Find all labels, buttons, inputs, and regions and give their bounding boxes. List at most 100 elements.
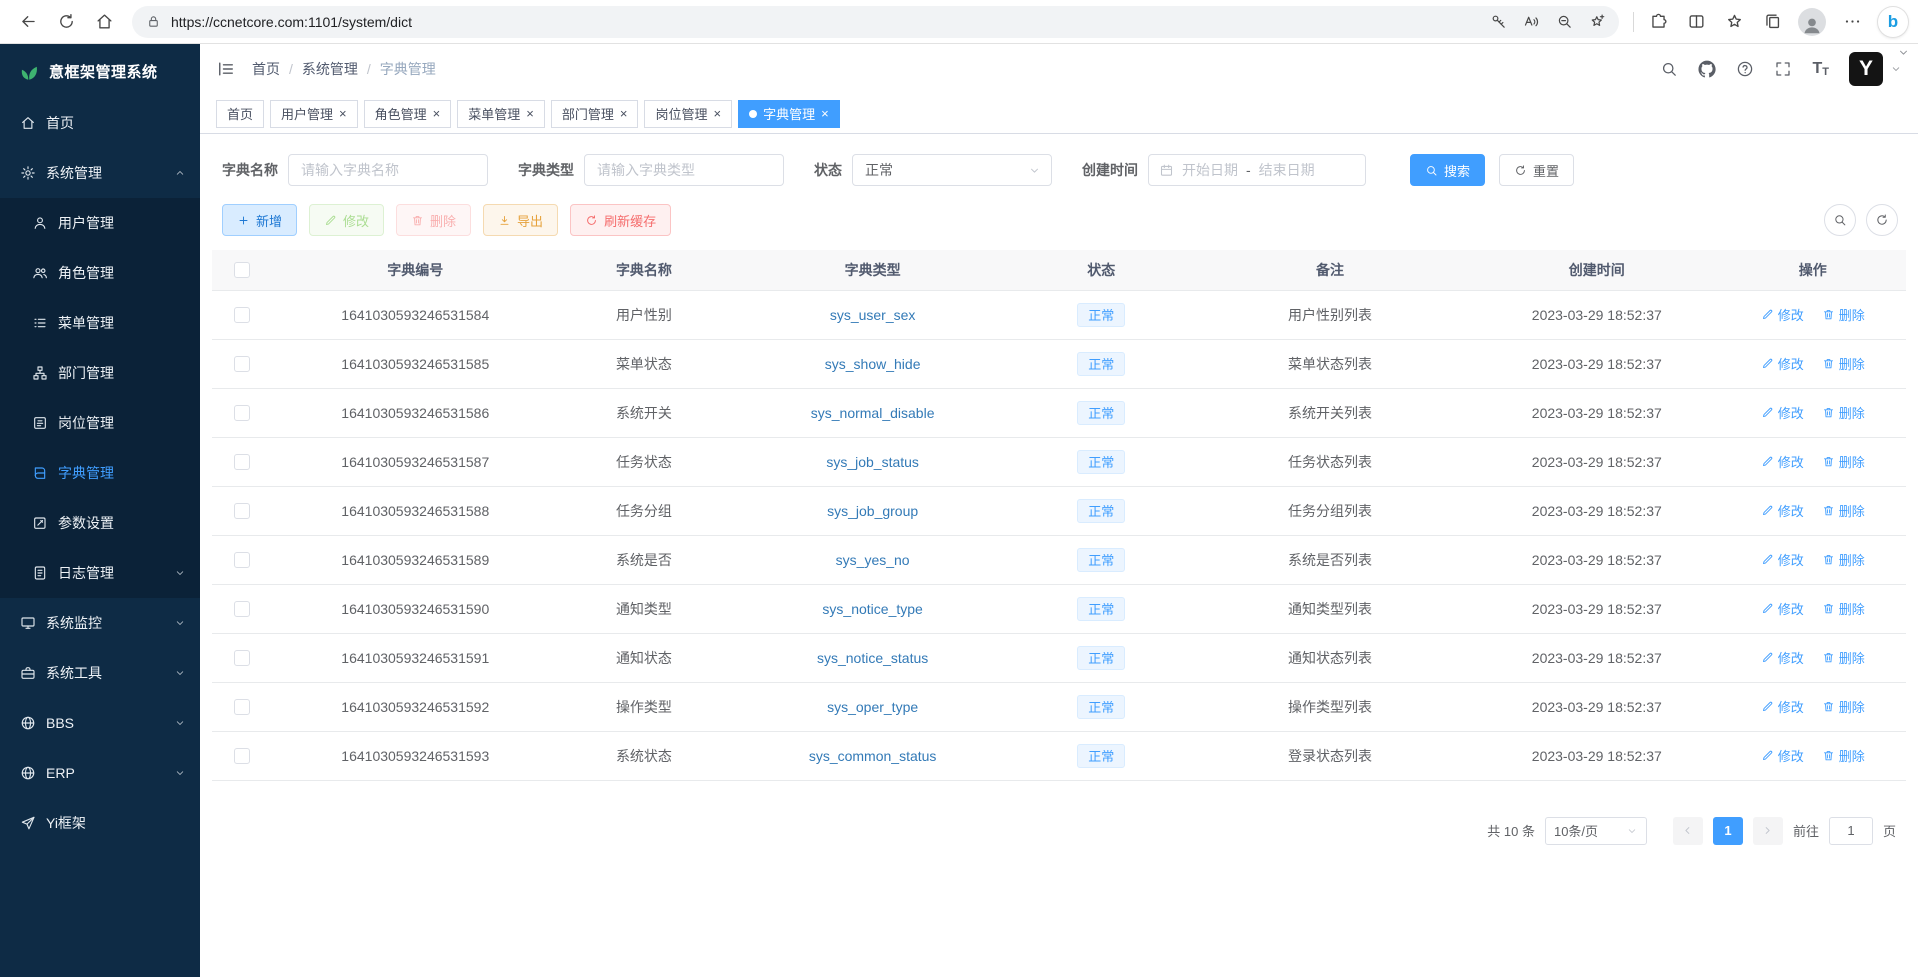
row-edit-button[interactable]: 修改 <box>1761 599 1804 618</box>
edit-button[interactable]: 修改 <box>309 204 384 236</box>
row-checkbox[interactable] <box>234 552 250 568</box>
row-delete-button[interactable]: 删除 <box>1822 354 1865 373</box>
row-edit-button[interactable]: 修改 <box>1761 403 1804 422</box>
browser-profile-avatar[interactable] <box>1798 8 1826 36</box>
add-favorite-icon[interactable] <box>1586 13 1609 30</box>
back-button[interactable] <box>10 5 46 39</box>
row-checkbox[interactable] <box>234 503 250 519</box>
settings-menu-button[interactable] <box>1834 5 1870 39</box>
sidebar-item-erp[interactable]: ERP <box>0 748 200 798</box>
sidebar-item-bbs[interactable]: BBS <box>0 698 200 748</box>
dict-type-link[interactable]: sys_job_status <box>826 454 919 470</box>
status-select[interactable]: 正常 <box>852 154 1052 186</box>
sidebar-item-config[interactable]: 参数设置 <box>0 498 200 548</box>
close-icon[interactable]: × <box>821 107 829 120</box>
dict-type-link[interactable]: sys_notice_status <box>817 650 928 666</box>
tab-1[interactable]: 用户管理× <box>270 100 358 128</box>
header-search-icon[interactable] <box>1660 60 1678 78</box>
row-edit-button[interactable]: 修改 <box>1761 550 1804 569</box>
sidebar-item-home[interactable]: 首页 <box>0 98 200 148</box>
close-icon[interactable]: × <box>713 107 721 120</box>
app-logo[interactable]: 意框架管理系统 <box>0 44 200 98</box>
prev-page-button[interactable] <box>1673 817 1703 845</box>
breadcrumb-item[interactable]: 首页 <box>252 59 280 79</box>
close-icon[interactable]: × <box>620 107 628 120</box>
dict-type-link[interactable]: sys_user_sex <box>830 307 916 323</box>
sidebar-item-dict[interactable]: 字典管理 <box>0 448 200 498</box>
tab-2[interactable]: 角色管理× <box>364 100 452 128</box>
dict-type-link[interactable]: sys_show_hide <box>825 356 921 372</box>
dict-type-link[interactable]: sys_job_group <box>827 503 918 519</box>
next-page-button[interactable] <box>1753 817 1783 845</box>
row-delete-button[interactable]: 删除 <box>1822 452 1865 471</box>
github-icon[interactable] <box>1698 60 1716 78</box>
extensions-button[interactable] <box>1640 5 1676 39</box>
row-checkbox[interactable] <box>234 454 250 470</box>
page-size-select[interactable]: 10条/页 <box>1545 817 1647 845</box>
select-all-checkbox[interactable] <box>234 262 250 278</box>
row-checkbox[interactable] <box>234 699 250 715</box>
row-checkbox[interactable] <box>234 356 250 372</box>
dict-name-input[interactable] <box>288 154 488 186</box>
sidebar-toggle-icon[interactable] <box>216 59 236 79</box>
tab-4[interactable]: 部门管理× <box>551 100 639 128</box>
close-icon[interactable]: × <box>526 107 534 120</box>
row-delete-button[interactable]: 删除 <box>1822 746 1865 765</box>
dict-type-link[interactable]: sys_oper_type <box>827 699 918 715</box>
row-delete-button[interactable]: 删除 <box>1822 305 1865 324</box>
sidebar-item-monitor[interactable]: 系统监控 <box>0 598 200 648</box>
dict-type-link[interactable]: sys_yes_no <box>836 552 910 568</box>
sidebar-item-system[interactable]: 系统管理 <box>0 148 200 198</box>
row-delete-button[interactable]: 删除 <box>1822 648 1865 667</box>
sidebar-item-menu[interactable]: 菜单管理 <box>0 298 200 348</box>
row-edit-button[interactable]: 修改 <box>1761 746 1804 765</box>
sidebar-item-role[interactable]: 角色管理 <box>0 248 200 298</box>
row-edit-button[interactable]: 修改 <box>1761 501 1804 520</box>
current-page-button[interactable]: 1 <box>1713 817 1743 845</box>
dict-type-link[interactable]: sys_common_status <box>809 748 937 764</box>
add-button[interactable]: 新增 <box>222 204 297 236</box>
collections-button[interactable] <box>1754 5 1790 39</box>
row-delete-button[interactable]: 删除 <box>1822 501 1865 520</box>
row-delete-button[interactable]: 删除 <box>1822 697 1865 716</box>
zoom-icon[interactable] <box>1553 13 1576 30</box>
help-icon[interactable] <box>1736 60 1754 78</box>
close-icon[interactable]: × <box>433 107 441 120</box>
tab-0[interactable]: 首页 <box>216 100 264 128</box>
browser-refresh-button[interactable] <box>48 5 84 39</box>
refresh-cache-button[interactable]: 刷新缓存 <box>570 204 671 236</box>
bing-button[interactable]: b <box>1878 7 1908 37</box>
url-text[interactable]: https://ccnetcore.com:1101/system/dict <box>171 14 1477 30</box>
row-delete-button[interactable]: 删除 <box>1822 403 1865 422</box>
refresh-table-button[interactable] <box>1866 204 1898 236</box>
search-button[interactable]: 搜索 <box>1410 154 1485 186</box>
fullscreen-icon[interactable] <box>1774 60 1792 78</box>
row-edit-button[interactable]: 修改 <box>1761 648 1804 667</box>
row-edit-button[interactable]: 修改 <box>1761 697 1804 716</box>
row-edit-button[interactable]: 修改 <box>1761 452 1804 471</box>
tab-5[interactable]: 岗位管理× <box>644 100 732 128</box>
date-range-picker[interactable]: 开始日期 - 结束日期 <box>1148 154 1366 186</box>
row-checkbox[interactable] <box>234 405 250 421</box>
split-screen-button[interactable] <box>1678 5 1714 39</box>
user-menu[interactable]: Y <box>1849 52 1902 86</box>
reset-button[interactable]: 重置 <box>1499 154 1574 186</box>
row-checkbox[interactable] <box>234 650 250 666</box>
favorites-button[interactable] <box>1716 5 1752 39</box>
sidebar-item-user[interactable]: 用户管理 <box>0 198 200 248</box>
dict-type-link[interactable]: sys_normal_disable <box>811 405 935 421</box>
row-edit-button[interactable]: 修改 <box>1761 354 1804 373</box>
sidebar-collapse-caret[interactable] <box>1897 46 1910 59</box>
tab-6[interactable]: 字典管理× <box>738 100 840 128</box>
row-checkbox[interactable] <box>234 748 250 764</box>
address-bar[interactable]: https://ccnetcore.com:1101/system/dict <box>132 6 1619 38</box>
row-checkbox[interactable] <box>234 601 250 617</box>
font-size-icon[interactable]: TT <box>1812 60 1829 78</box>
goto-page-input[interactable] <box>1829 817 1873 845</box>
sidebar-item-yi[interactable]: Yi框架 <box>0 798 200 848</box>
row-edit-button[interactable]: 修改 <box>1761 305 1804 324</box>
breadcrumb-item[interactable]: 系统管理 <box>302 59 358 79</box>
sidebar-item-post[interactable]: 岗位管理 <box>0 398 200 448</box>
read-aloud-icon[interactable] <box>1520 13 1543 30</box>
row-delete-button[interactable]: 删除 <box>1822 599 1865 618</box>
